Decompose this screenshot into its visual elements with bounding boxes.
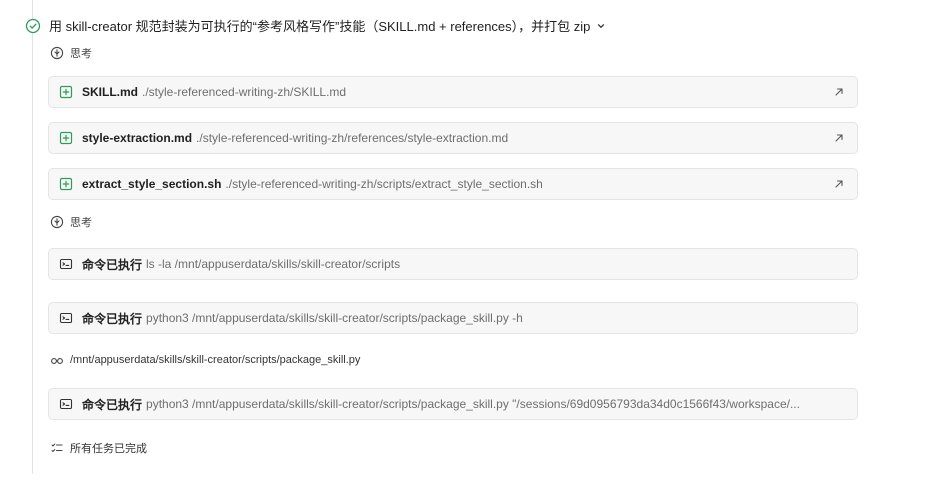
file-added-icon [59, 177, 73, 191]
thinking-label: 思考 [70, 48, 92, 60]
view-file-path: /mnt/appuserdata/skills/skill-creator/sc… [70, 354, 361, 366]
completion-row: 所有任务已完成 [50, 440, 147, 456]
terminal-icon [59, 257, 73, 271]
command-text: python3 /mnt/appuserdata/skills/skill-cr… [146, 397, 800, 411]
thinking-icon [50, 46, 64, 60]
command-status-label: 命令已执行 [82, 257, 143, 272]
file-path: ./style-referenced-writing-zh/SKILL.md [142, 85, 347, 99]
view-file-row[interactable]: /mnt/appuserdata/skills/skill-creator/sc… [50, 353, 360, 367]
file-path: ./style-referenced-writing-zh/references… [196, 131, 509, 145]
file-name: SKILL.md [82, 85, 138, 99]
thinking-icon [50, 215, 64, 229]
glasses-icon [50, 353, 64, 367]
command-status-label: 命令已执行 [82, 311, 143, 326]
timeline-rail [32, 0, 33, 474]
file-card[interactable]: SKILL.md ./style-referenced-writing-zh/S… [48, 76, 858, 108]
open-external-icon[interactable] [833, 132, 845, 144]
terminal-icon [59, 397, 73, 411]
task-list-icon [50, 441, 64, 455]
command-card[interactable]: 命令已执行 python3 /mnt/appuserdata/skills/sk… [48, 302, 858, 334]
completion-label: 所有任务已完成 [70, 443, 147, 455]
terminal-icon [59, 311, 73, 325]
file-name: extract_style_section.sh [82, 177, 222, 191]
thinking-row[interactable]: 思考 [50, 45, 92, 61]
task-title: 用 skill-creator 规范封装为可执行的“参考风格写作”技能（SKIL… [49, 19, 591, 34]
file-card[interactable]: style-extraction.md ./style-referenced-w… [48, 122, 858, 154]
file-path: ./style-referenced-writing-zh/scripts/ex… [225, 177, 543, 191]
open-external-icon[interactable] [833, 178, 845, 190]
task-panel: 用 skill-creator 规范封装为可执行的“参考风格写作”技能（SKIL… [0, 0, 940, 480]
command-text: ls -la /mnt/appuserdata/skills/skill-cre… [146, 257, 401, 271]
open-external-icon[interactable] [833, 86, 845, 98]
command-card[interactable]: 命令已执行 python3 /mnt/appuserdata/skills/sk… [48, 388, 858, 420]
chevron-down-icon[interactable] [596, 21, 606, 31]
thinking-row[interactable]: 思考 [50, 214, 92, 230]
command-status-label: 命令已执行 [82, 397, 143, 412]
task-header[interactable]: 用 skill-creator 规范封装为可执行的“参考风格写作”技能（SKIL… [25, 16, 606, 35]
check-circle-icon [25, 18, 41, 34]
file-card[interactable]: extract_style_section.sh ./style-referen… [48, 168, 858, 200]
file-added-icon [59, 85, 73, 99]
file-added-icon [59, 131, 73, 145]
command-card[interactable]: 命令已执行 ls -la /mnt/appuserdata/skills/ski… [48, 248, 858, 280]
thinking-label: 思考 [70, 217, 92, 229]
file-name: style-extraction.md [82, 131, 193, 145]
command-text: python3 /mnt/appuserdata/skills/skill-cr… [146, 311, 523, 325]
